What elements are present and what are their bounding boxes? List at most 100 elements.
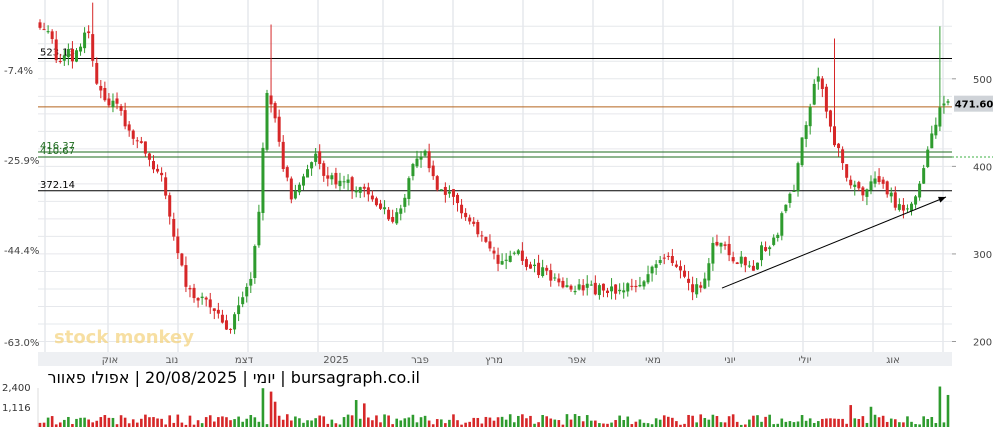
- candle-body: [666, 255, 670, 257]
- price-chart: אוק נוב דצמ 2025 פבר מרץ אפר מאי יוני יולי אוג 200 3…: [0, 0, 993, 427]
- candle-body: [74, 50, 78, 62]
- candle-body: [930, 133, 934, 149]
- candle-body: [500, 261, 504, 265]
- candle-body: [192, 287, 196, 299]
- candle-body: [885, 181, 889, 195]
- candle-body: [435, 176, 439, 190]
- candle-body: [212, 308, 216, 311]
- candle-body: [293, 191, 297, 199]
- candle-body: [747, 265, 751, 267]
- volume-bar: [107, 417, 111, 427]
- candle-body: [638, 284, 642, 287]
- candle-body: [350, 177, 354, 191]
- volume-bar: [861, 416, 865, 427]
- volume-bar: [756, 415, 759, 427]
- right-axis-label: 200: [973, 337, 992, 348]
- candle-body: [95, 62, 99, 84]
- candle-body: [176, 236, 180, 254]
- candle-body: [216, 309, 220, 314]
- candle-body: [79, 46, 83, 52]
- candle-body: [715, 241, 719, 246]
- candle-body: [869, 181, 873, 191]
- volume-bar: [508, 414, 512, 427]
- volume-bar: [91, 422, 94, 427]
- volume-bar: [399, 420, 403, 427]
- candle-body: [678, 266, 682, 271]
- candle-body: [537, 262, 541, 276]
- candle-body: [374, 198, 378, 206]
- volume-bar: [269, 391, 273, 427]
- candle-body: [557, 278, 561, 283]
- candle-body: [281, 141, 285, 170]
- volume-bar: [906, 416, 909, 427]
- volume-bar: [894, 419, 897, 427]
- volume-bar: [229, 420, 232, 427]
- candle-body: [245, 286, 249, 297]
- volume-bar: [403, 418, 407, 427]
- volume-bar: [257, 421, 261, 427]
- volume-bar: [306, 420, 309, 427]
- candle-body: [764, 247, 768, 251]
- candle-body: [662, 257, 666, 259]
- volume-bar: [735, 421, 739, 427]
- volume-bar: [942, 422, 946, 427]
- volume-bar: [233, 419, 236, 427]
- candle-body: [780, 213, 784, 236]
- volume-bar: [573, 414, 577, 427]
- volume-bar: [241, 421, 244, 427]
- candle-body: [776, 234, 780, 238]
- candle-body: [650, 266, 654, 274]
- candle-body: [273, 103, 277, 119]
- candle-body: [841, 149, 845, 164]
- candle-body: [306, 169, 310, 178]
- volume-bar: [675, 421, 678, 427]
- left-axis-label: -7.4%: [4, 66, 33, 77]
- candle-body: [614, 284, 618, 294]
- candle-body: [289, 178, 293, 200]
- candle-body: [727, 243, 731, 256]
- chart-container: אוק נוב דצמ 2025 פבר מרץ אפר מאי יוני יולי אוג 200 3…: [0, 0, 993, 427]
- volume-bar: [618, 415, 621, 427]
- candle-body: [606, 290, 609, 294]
- candle-body: [703, 278, 707, 289]
- volume-bar: [938, 386, 942, 427]
- candle-body: [103, 88, 107, 101]
- candle-body: [569, 285, 573, 290]
- candle-body: [476, 222, 480, 235]
- volume-bar: [75, 418, 78, 427]
- volume-bar: [200, 423, 204, 427]
- candle-body: [731, 257, 735, 262]
- candle-body: [683, 270, 687, 277]
- x-axis-label: אוק: [102, 355, 119, 366]
- candle-body: [164, 177, 168, 196]
- candle-body: [707, 263, 711, 281]
- volume-bar: [298, 418, 301, 427]
- volume-bar: [541, 414, 544, 427]
- volume-bar: [731, 414, 735, 427]
- candle-body: [188, 288, 192, 290]
- volume-bar: [277, 415, 281, 427]
- candle-body: [618, 289, 622, 292]
- volume-bar: [857, 418, 861, 427]
- candle-body: [70, 48, 74, 62]
- candle-body: [877, 176, 881, 183]
- volume-bar: [322, 416, 326, 427]
- volume-bar: [42, 422, 46, 427]
- candle-body: [739, 256, 743, 264]
- candle-body: [946, 101, 950, 103]
- volume-bar: [816, 421, 820, 427]
- volume-bar: [873, 414, 877, 427]
- candle-body: [496, 254, 500, 264]
- volume-bar: [213, 421, 216, 427]
- candle-body: [804, 125, 808, 139]
- volume-bar: [123, 417, 127, 427]
- volume-bar: [476, 417, 480, 427]
- right-axis-label: 300: [973, 250, 992, 261]
- level-label: 410.67: [40, 146, 75, 157]
- x-axis-label: מרץ: [485, 355, 503, 366]
- candle-body: [893, 192, 897, 208]
- candle-body: [87, 31, 91, 34]
- candle-body: [658, 260, 662, 264]
- candle-body: [54, 39, 58, 61]
- candle-body: [62, 55, 66, 61]
